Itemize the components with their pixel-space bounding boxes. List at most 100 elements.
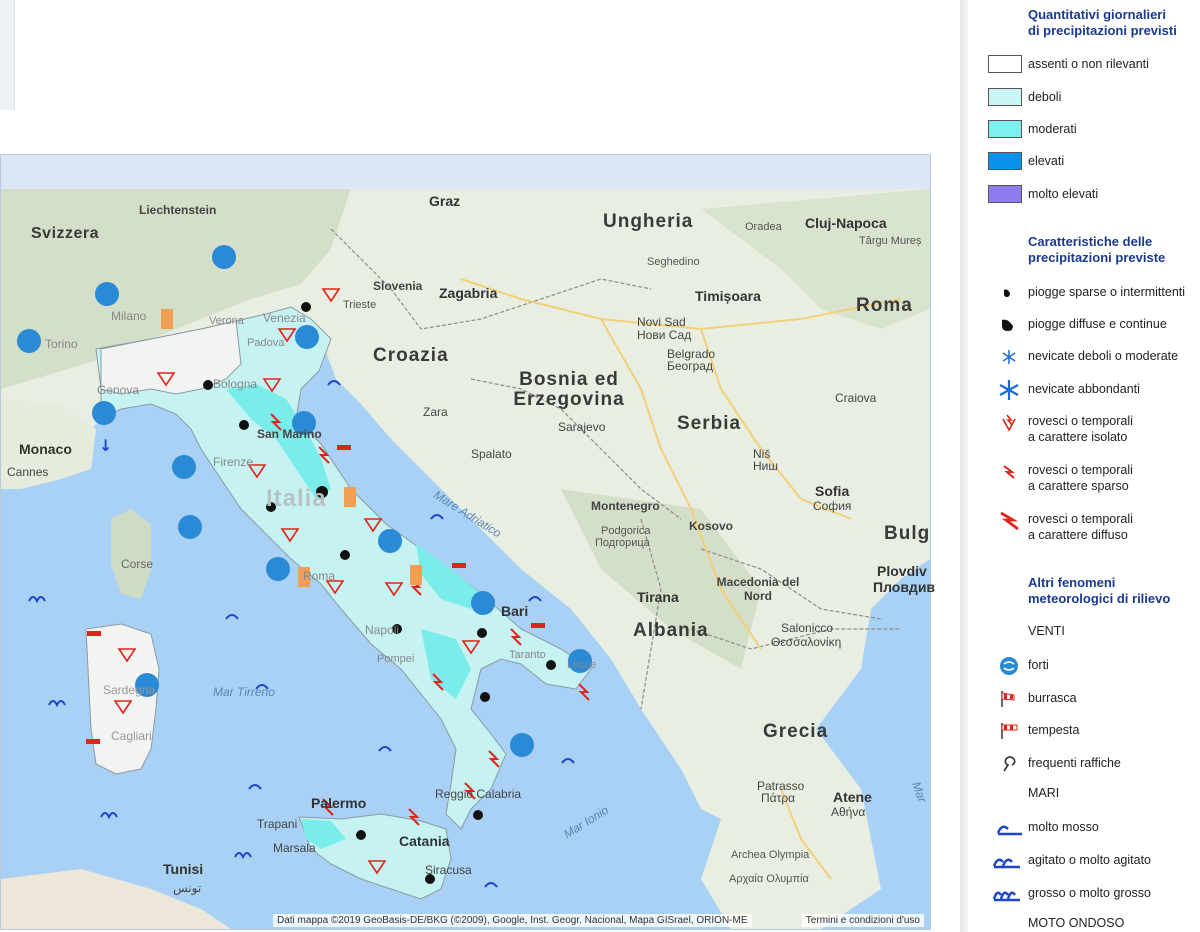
legend-panel: Quantitativi giornalieri di precipitazio…: [970, 0, 1200, 932]
label-taranto: Taranto: [509, 649, 546, 661]
label-catania: Catania: [399, 833, 450, 849]
label-albania: Albania: [633, 620, 709, 641]
legend-title-quantities: Quantitativi giornalieri di precipitazio…: [1028, 7, 1177, 38]
legend-label: assenti o non rilevanti: [1028, 57, 1149, 71]
swatch-elevati: [988, 152, 1022, 170]
label-seghedino: Seghedino: [647, 256, 700, 268]
label-timisoara: Timișoara: [695, 288, 761, 304]
swatch-moderati: [988, 120, 1022, 138]
legend-row-sea: grosso o molto grosso: [970, 884, 1200, 904]
label-patra-gr: Πάτρα: [761, 791, 796, 805]
map-attribution: Dati mappa ©2019 GeoBasis-DE/BKG (©2009)…: [273, 914, 752, 927]
legend-label: nevicate deboli o moderate: [1028, 349, 1179, 363]
label-graz: Graz: [429, 193, 461, 209]
legend-label: elevati: [1028, 154, 1065, 168]
legend-label: rovesci o temporali a carattere diffuso: [1028, 512, 1133, 542]
legend-row-characteristic: rovesci o temporali a carattere sparso: [970, 461, 1200, 495]
wave-1-icon: [996, 825, 1022, 836]
legend-row-characteristic: piogge sparse o intermittenti: [970, 283, 1200, 303]
label-corse: Corse: [121, 557, 154, 571]
label-bologna: Bologna: [213, 377, 258, 391]
label-craiova: Craiova: [835, 391, 877, 405]
label-targu: Târgu Mureș: [859, 235, 922, 247]
label-archea-olympia: Archea Olympia: [731, 849, 810, 861]
top-left-panel: [0, 0, 15, 110]
legend-row-characteristic: nevicate deboli o moderate: [970, 347, 1200, 367]
label-roma: Roma: [303, 569, 336, 583]
label-napoli: Napoli: [365, 623, 400, 637]
legend-row-sea: agitato o molto agitato: [970, 851, 1200, 871]
legend-label: frequenti raffiche: [1028, 756, 1121, 770]
wave-2-icon: [992, 858, 1020, 869]
legend-label: agitato o molto agitato: [1028, 853, 1151, 867]
legend-row-quantity: moderati: [970, 120, 1200, 140]
legend-header-venti: VENTI: [1028, 624, 1065, 638]
label-zagabria: Zagabria: [439, 285, 498, 301]
label-sanmarino: San Marino: [257, 427, 322, 441]
label-venezia: Venezia: [263, 311, 306, 325]
legend-row-wind: burrasca: [970, 689, 1200, 709]
label-firenze: Firenze: [213, 455, 254, 469]
svg-text:↓: ↓: [99, 436, 112, 455]
legend-label: forti: [1028, 658, 1049, 672]
drop-large-icon: [1002, 319, 1013, 331]
weather-map[interactable]: ↓ Svizzera Liechtenstein Ungheria Sloven…: [0, 154, 935, 930]
label-italia: Italia: [266, 485, 327, 512]
legend-row-quantity: deboli: [970, 88, 1200, 108]
legend-row-sea: molto mosso: [970, 818, 1200, 838]
label-montenegro: Montenegro: [591, 499, 660, 513]
label-tunis-ar: تونس: [173, 881, 202, 895]
legend-title-characteristics: Caratteristiche delle precipitazioni pre…: [1028, 234, 1166, 265]
label-ungheria: Ungheria: [603, 211, 694, 232]
windsock-storm-icon: [1001, 723, 1018, 739]
legend-label: piogge diffuse e continue: [1028, 317, 1167, 331]
map-terms-link[interactable]: Termini e condizioni d'uso: [801, 914, 924, 927]
legend-label: grosso o molto grosso: [1028, 886, 1151, 900]
legend-label: rovesci o temporali a carattere isolato: [1028, 414, 1133, 444]
label-torino: Torino: [45, 337, 78, 351]
drop-small-icon: [1004, 289, 1010, 297]
label-croazia: Croazia: [373, 345, 449, 366]
snowflake-large-icon: [999, 380, 1019, 400]
label-pompei: Pompei: [377, 653, 415, 665]
wave-3-icon: [992, 891, 1020, 902]
label-bari: Bari: [501, 603, 529, 619]
label-trapani: Trapani: [257, 817, 298, 831]
legend-label: tempesta: [1028, 723, 1080, 737]
legend-row-quantity: molto elevati: [970, 185, 1200, 205]
label-bosnia: Bosnia ed Erzegovina: [513, 369, 625, 410]
snowflake-small-icon: [1002, 350, 1016, 364]
label-genova: Genova: [97, 383, 140, 397]
label-marsala: Marsala: [273, 841, 316, 855]
label-salonicco: Salonicco: [781, 621, 834, 635]
label-slovenia: Slovenia: [373, 279, 423, 293]
label-macedonia: Macedonia del Nord: [716, 575, 800, 603]
legend-row-wind: frequenti raffiche: [970, 754, 1200, 774]
legend-label: nevicate abbondanti: [1028, 382, 1140, 396]
legend-row-characteristic: piogge diffuse e continue: [970, 315, 1200, 335]
label-sofia-cyr: София: [813, 499, 852, 513]
label-milano: Milano: [111, 309, 147, 323]
legend-row-wind: forti: [970, 656, 1200, 676]
lightning-sparse-icon: [1003, 465, 1015, 479]
legend-row-quantity: assenti o non rilevanti: [970, 55, 1200, 75]
label-siracusa: Siracusa: [425, 863, 472, 877]
label-tunisi: Tunisi: [163, 861, 204, 877]
label-sardegna: Sardegna: [103, 683, 156, 697]
label-spalato: Spalato: [471, 447, 512, 461]
label-cluj: Cluj-Napoca: [805, 215, 887, 231]
label-beograd-cyr: Београд: [667, 359, 713, 373]
label-atene: Atene: [833, 789, 872, 805]
swatch-assenti: [988, 55, 1022, 73]
swatch-molto-elevati: [988, 185, 1022, 203]
legend-label: burrasca: [1028, 691, 1077, 705]
windsock-gale-icon: [1001, 691, 1015, 707]
lightning-diffuse-icon: [1000, 511, 1019, 531]
label-reggio: Reggio Calabria: [435, 787, 522, 801]
label-monaco: Monaco: [19, 441, 72, 457]
legend-label: piogge sparse o intermittenti: [1028, 285, 1186, 299]
label-grecia: Grecia: [763, 721, 829, 742]
legend-label: molto elevati: [1028, 187, 1099, 201]
legend-row-characteristic: rovesci o temporali a carattere diffuso: [970, 510, 1200, 544]
legend-row-quantity: elevati: [970, 152, 1200, 172]
